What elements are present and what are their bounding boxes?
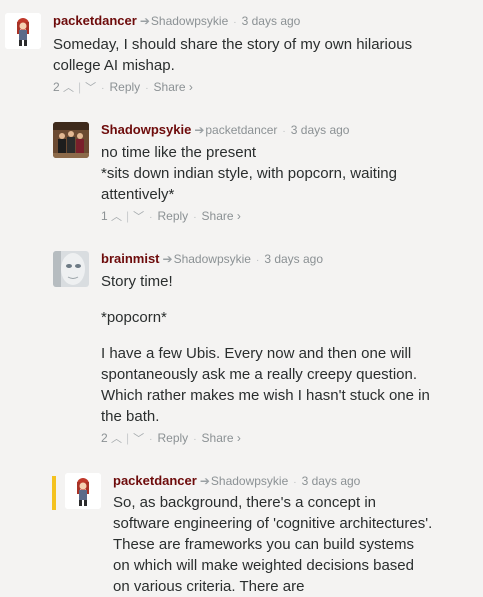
chevron-down-icon[interactable]: ﹀ — [133, 211, 144, 223]
comment-body: So, as background, there's a concept in … — [113, 492, 433, 597]
separator-dot: · — [282, 126, 286, 137]
comment-footer: 2 ︿ | ﹀ · Reply · Share › — [101, 430, 241, 448]
parent-author-link[interactable]: Shadowpsykie — [151, 14, 228, 28]
comment-header: brainmist ➔Shadowpsykie · 3 days ago — [101, 251, 323, 269]
separator-dot: · — [233, 17, 237, 28]
avatar[interactable] — [53, 251, 89, 287]
reply-arrow-icon: ➔ — [162, 252, 173, 266]
parent-author-link[interactable]: Shadowpsykie — [211, 474, 288, 488]
author-link[interactable]: Shadowpsykie — [101, 122, 191, 137]
separator-dot: · — [293, 477, 297, 488]
separator-dot: · — [255, 255, 260, 266]
comment-body: no time like the present *sits down indi… — [101, 142, 441, 205]
timestamp-link[interactable]: 3 days ago — [291, 123, 350, 137]
separator-dot: · — [193, 434, 197, 445]
chevron-down-icon[interactable]: ﹀ — [85, 82, 96, 94]
avatar[interactable] — [5, 13, 41, 49]
comment-paragraph: I have a few Ubis. Every now and then on… — [101, 345, 430, 425]
avatar[interactable] — [65, 473, 101, 509]
share-button[interactable]: Share › — [202, 431, 241, 445]
divider: | — [78, 80, 82, 94]
divider: | — [126, 431, 130, 445]
comment-paragraph: Story time! — [101, 273, 173, 290]
comment-paragraph: no time like the present — [101, 144, 257, 161]
comment-body: Someday, I should share the story of my … — [53, 34, 433, 76]
comment-header: packetdancer ➔Shadowpsykie · 3 days ago — [53, 13, 300, 31]
reply-button[interactable]: Reply — [158, 209, 189, 223]
chevron-up-icon[interactable]: ︿ — [111, 433, 122, 445]
comment-paragraph: So, as background, there's a concept in … — [113, 494, 433, 595]
comment-paragraph: Someday, I should share the story of my … — [53, 36, 413, 74]
comment-paragraph: *sits down indian style, with popcorn, w… — [101, 165, 397, 203]
separator-dot: · — [145, 83, 149, 94]
timestamp-link[interactable]: 3 days ago — [242, 14, 301, 28]
comment-body: Story time! *popcorn* I have a few Ubis.… — [101, 271, 431, 427]
share-button[interactable]: Share › — [154, 80, 193, 94]
author-link[interactable]: brainmist — [101, 251, 160, 266]
timestamp-link[interactable]: 3 days ago — [264, 252, 323, 266]
author-link[interactable]: packetdancer — [53, 13, 137, 28]
comment-header: packetdancer ➔Shadowpsykie · 3 days ago — [113, 473, 360, 491]
vote-count: 2 — [101, 431, 108, 445]
avatar[interactable] — [53, 122, 89, 158]
vote-count: 1 — [101, 209, 108, 223]
reply-arrow-icon: ➔ — [139, 14, 150, 28]
reply-button[interactable]: Reply — [110, 80, 141, 94]
own-comment-highlight — [52, 476, 56, 510]
reply-button[interactable]: Reply — [158, 431, 189, 445]
vote-count: 2 — [53, 80, 60, 94]
chevron-up-icon[interactable]: ︿ — [63, 82, 74, 94]
separator-dot: · — [149, 434, 153, 445]
comment-paragraph: *popcorn* — [101, 309, 167, 326]
chevron-up-icon[interactable]: ︿ — [111, 211, 122, 223]
chevron-down-icon[interactable]: ﹀ — [133, 433, 144, 445]
timestamp-link[interactable]: 3 days ago — [302, 474, 361, 488]
share-button[interactable]: Share › — [202, 209, 241, 223]
separator-dot: · — [101, 83, 105, 94]
parent-author-link[interactable]: Shadowpsykie — [174, 252, 251, 266]
comment-footer: 1 ︿ | ﹀ · Reply · Share › — [101, 208, 241, 226]
author-link[interactable]: packetdancer — [113, 473, 197, 488]
reply-arrow-icon: ➔ — [194, 123, 205, 137]
parent-author-link[interactable]: packetdancer — [205, 123, 277, 137]
separator-dot: · — [149, 212, 153, 223]
divider: | — [126, 209, 130, 223]
comment-footer: 2 ︿ | ﹀ · Reply · Share › — [53, 79, 193, 97]
comment-header: Shadowpsykie ➔packetdancer · 3 days ago — [101, 122, 349, 140]
reply-arrow-icon: ➔ — [199, 474, 210, 488]
separator-dot: · — [193, 212, 197, 223]
